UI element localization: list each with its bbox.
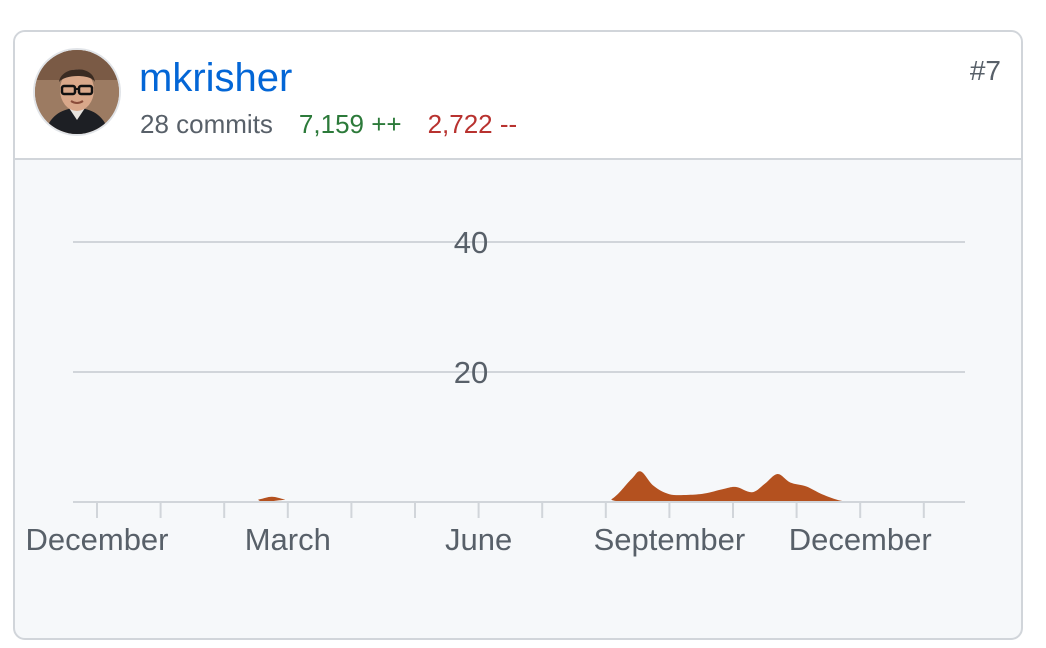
x-tick-label: June [445, 522, 512, 557]
commit-area-series-0 [97, 471, 924, 502]
x-tick-label: March [245, 522, 331, 557]
y-tick-label: 20 [454, 355, 488, 390]
commit-activity-chart: 20 40 December March June September December [26, 225, 965, 557]
contributor-card: mkrisher 28 commits 7,159 ++ 2,722 -- #7 2… [13, 30, 1023, 640]
x-tick-label: September [594, 522, 746, 557]
y-tick-label: 40 [454, 225, 488, 260]
x-tick-label: December [789, 522, 932, 557]
x-tick-label: December [26, 522, 169, 557]
